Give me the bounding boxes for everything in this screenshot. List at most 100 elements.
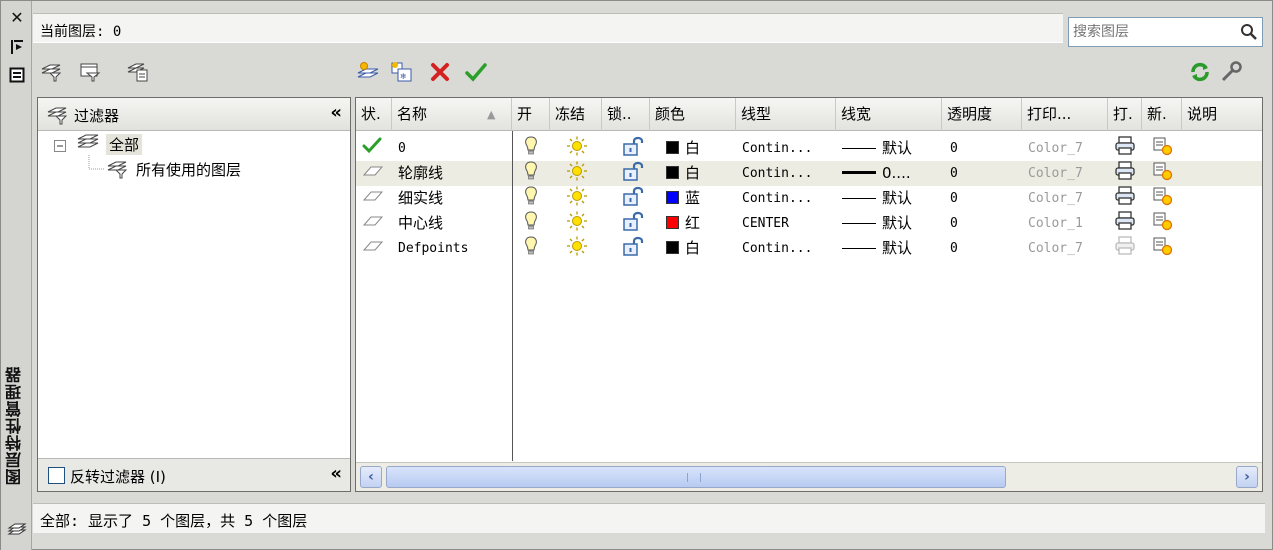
plot-printer-icon[interactable] [1114, 236, 1136, 261]
layer-on-bulb-icon[interactable] [524, 161, 538, 186]
plot-printer-icon[interactable] [1114, 211, 1136, 236]
layer-name[interactable]: Defpoints [398, 236, 468, 261]
scroll-right-icon[interactable]: › [1236, 466, 1258, 488]
layer-plot-style[interactable]: Color_7 [1028, 236, 1083, 261]
new-vp-freeze-icon[interactable] [1152, 211, 1174, 236]
tree-node-all-used-layers[interactable]: 所有使用的图层 [136, 159, 241, 180]
layer-color[interactable]: 白 [666, 236, 700, 261]
layer-plot-style[interactable]: Color_7 [1028, 186, 1083, 211]
scroll-thumb[interactable] [386, 466, 1006, 488]
search-input[interactable] [1069, 18, 1234, 46]
layer-lineweight[interactable]: 默认 [842, 186, 912, 211]
col-freeze[interactable]: 冻结 [550, 98, 602, 131]
layer-row[interactable]: 0 白 Contin... 默认 0 Color_7 [356, 136, 1262, 161]
horizontal-scrollbar[interactable]: ‹ › [356, 462, 1262, 491]
layer-row[interactable]: 中心线 红 CENTER 默认 0 Color_1 [356, 211, 1262, 236]
layer-thawed-sun-icon[interactable] [566, 211, 588, 236]
layer-row[interactable]: 轮廓线 白 Contin... 0.... 0 Color_7 [356, 161, 1262, 186]
plot-printer-icon[interactable] [1114, 186, 1136, 211]
layer-linetype[interactable]: Contin... [742, 161, 812, 186]
layer-color[interactable]: 蓝 [666, 186, 700, 211]
col-plot[interactable]: 打. [1108, 98, 1142, 131]
palette-title-bar[interactable]: ✕ 图层特性管理器 [1, 1, 32, 550]
layer-plot-style[interactable]: Color_7 [1028, 136, 1083, 161]
layer-unlocked-icon[interactable] [622, 236, 644, 261]
layer-on-bulb-icon[interactable] [524, 211, 538, 236]
layer-color[interactable]: 白 [666, 136, 700, 161]
invert-filter-label[interactable]: 反转过滤器 (I) [70, 466, 166, 487]
search-box[interactable] [1068, 17, 1263, 47]
new-vp-freeze-icon[interactable] [1152, 186, 1174, 211]
col-description[interactable]: 说明 [1182, 98, 1262, 131]
layer-linetype[interactable]: Contin... [742, 136, 812, 161]
col-linetype[interactable]: 线型 [736, 98, 836, 131]
layer-name[interactable]: 中心线 [398, 211, 443, 236]
new-vp-frozen-layer-icon[interactable]: ❄ [389, 59, 415, 85]
layer-thawed-sun-icon[interactable] [566, 161, 588, 186]
layer-row[interactable]: Defpoints 白 Contin... 默认 0 Color_7 [356, 236, 1262, 261]
new-layer-icon[interactable] [355, 59, 381, 85]
layer-unlocked-icon[interactable] [622, 186, 644, 211]
col-color[interactable]: 颜色 [650, 98, 736, 131]
new-vp-freeze-icon[interactable] [1152, 236, 1174, 261]
layer-linetype[interactable]: Contin... [742, 186, 812, 211]
col-new-vp-freeze[interactable]: 新. [1142, 98, 1182, 131]
col-plot-style[interactable]: 打印... [1022, 98, 1108, 131]
layer-color[interactable]: 红 [666, 211, 700, 236]
layer-lineweight[interactable]: 默认 [842, 211, 912, 236]
layer-plot-style[interactable]: Color_7 [1028, 161, 1083, 186]
layer-linetype[interactable]: Contin... [742, 236, 812, 261]
layer-unlocked-icon[interactable] [622, 161, 644, 186]
collapse-footer-chevron-icon[interactable]: « [330, 463, 342, 484]
layer-on-bulb-icon[interactable] [524, 136, 538, 161]
layer-linetype[interactable]: CENTER [742, 211, 789, 236]
layer-lineweight[interactable]: 默认 [842, 236, 912, 261]
layer-transparency[interactable]: 0 [950, 236, 958, 261]
layer-unlocked-icon[interactable] [622, 136, 644, 161]
set-current-icon[interactable] [463, 59, 489, 85]
layer-transparency[interactable]: 0 [950, 211, 958, 236]
layer-transparency[interactable]: 0 [950, 136, 958, 161]
layer-color[interactable]: 白 [666, 161, 700, 186]
col-on[interactable]: 开 [512, 98, 550, 131]
layer-states-manager-icon[interactable] [125, 59, 151, 85]
layer-unlocked-icon[interactable] [622, 211, 644, 236]
close-icon[interactable]: ✕ [7, 7, 27, 27]
layer-name[interactable]: 细实线 [398, 186, 443, 211]
col-lineweight[interactable]: 线宽 [836, 98, 942, 131]
collapse-tree-chevron-icon[interactable]: « [330, 102, 342, 123]
layer-transparency[interactable]: 0 [950, 161, 958, 186]
tree-node-all[interactable]: 全部 [106, 134, 143, 155]
col-name[interactable]: 名称 ▲ [392, 98, 512, 131]
layer-thawed-sun-icon[interactable] [566, 236, 588, 261]
delete-layer-icon[interactable] [427, 59, 453, 85]
col-transparency[interactable]: 透明度 [942, 98, 1022, 131]
layer-name[interactable]: 轮廓线 [398, 161, 443, 186]
layer-name[interactable]: 0 [398, 136, 406, 161]
layer-on-bulb-icon[interactable] [524, 186, 538, 211]
layer-lineweight[interactable]: 0.... [842, 161, 911, 186]
layer-transparency[interactable]: 0 [950, 186, 958, 211]
layer-thawed-sun-icon[interactable] [566, 136, 588, 161]
column-splitter[interactable] [512, 131, 513, 461]
layer-lineweight[interactable]: 默认 [842, 136, 912, 161]
layer-row[interactable]: 细实线 蓝 Contin... 默认 0 Color_7 [356, 186, 1262, 211]
tree-expand-toggle[interactable] [54, 138, 66, 156]
layer-on-bulb-icon[interactable] [524, 236, 538, 261]
col-lock[interactable]: 锁.. [602, 98, 650, 131]
col-status[interactable]: 状. [356, 98, 392, 131]
new-group-filter-icon[interactable] [77, 59, 103, 85]
new-vp-freeze-icon[interactable] [1152, 161, 1174, 186]
invert-filter-checkbox[interactable] [48, 467, 65, 484]
properties-menu-icon[interactable] [7, 65, 27, 85]
scroll-left-icon[interactable]: ‹ [360, 466, 382, 488]
search-icon[interactable] [1240, 23, 1258, 41]
new-property-filter-icon[interactable] [39, 59, 65, 85]
plot-printer-icon[interactable] [1114, 136, 1136, 161]
auto-hide-icon[interactable] [7, 37, 27, 57]
layer-plot-style[interactable]: Color_1 [1028, 211, 1083, 236]
new-vp-freeze-icon[interactable] [1152, 136, 1174, 161]
refresh-icon[interactable] [1187, 59, 1213, 85]
layer-thawed-sun-icon[interactable] [566, 186, 588, 211]
settings-wrench-icon[interactable] [1219, 59, 1245, 85]
